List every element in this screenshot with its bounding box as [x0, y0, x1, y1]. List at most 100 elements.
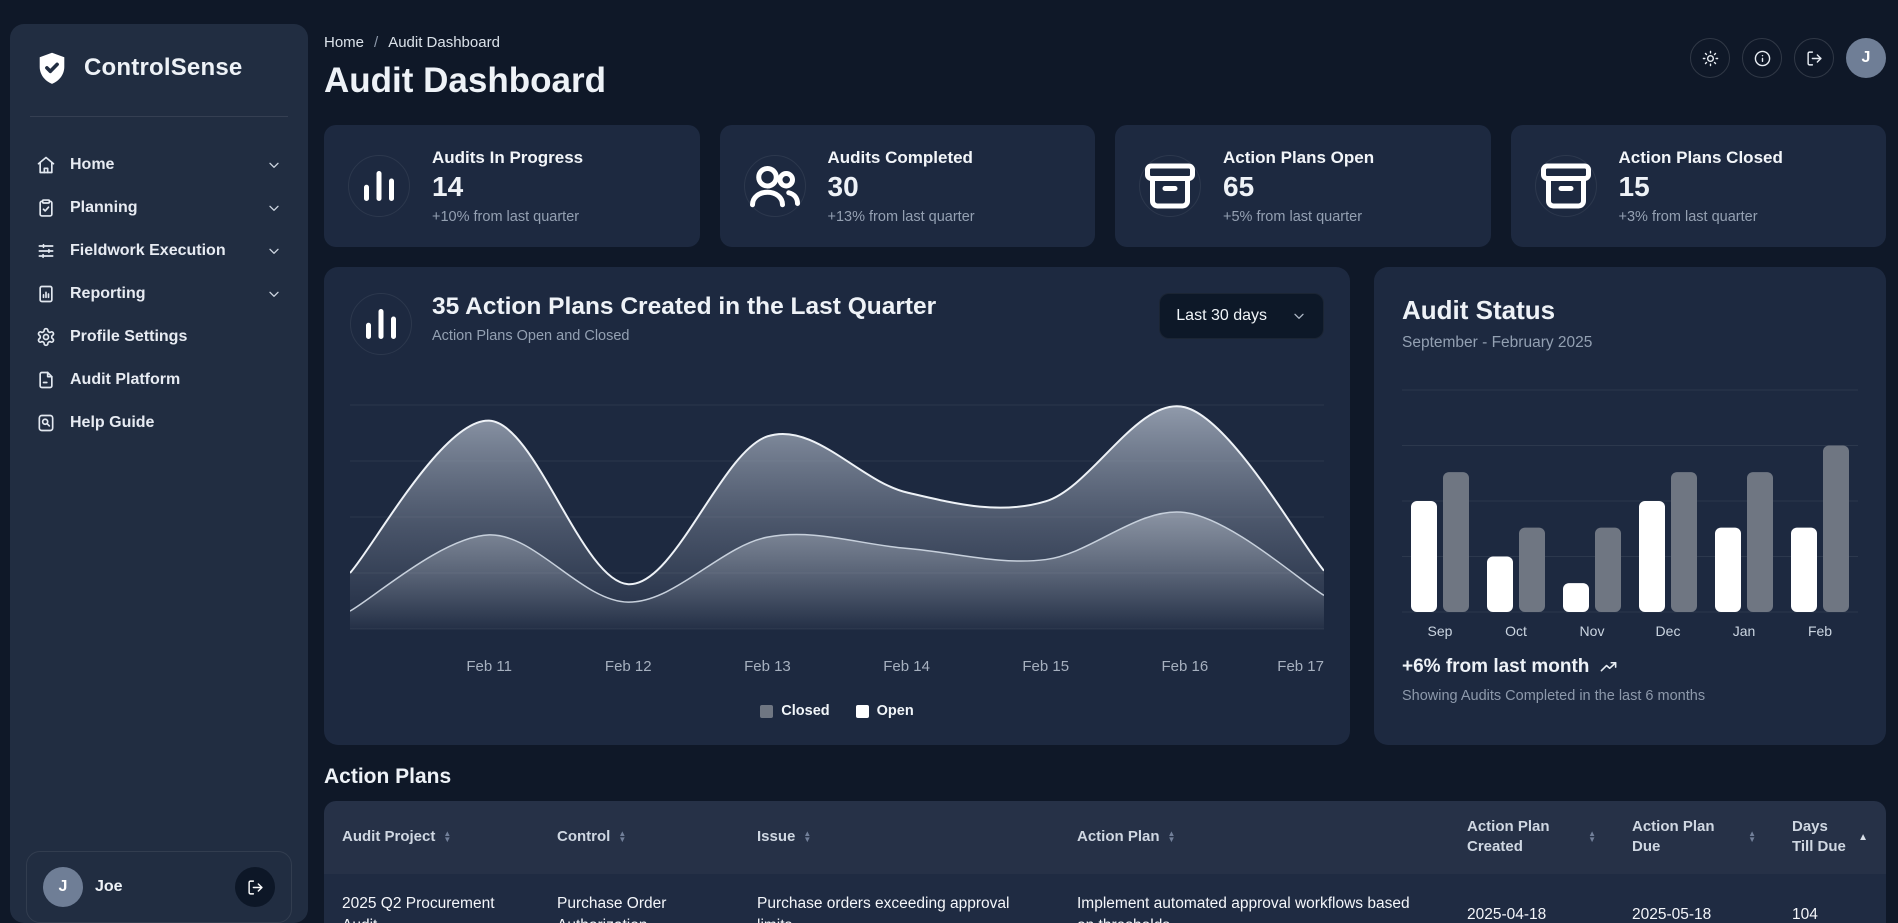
x-axis-tick: Feb 16	[1162, 658, 1209, 675]
app-title: ControlSense	[84, 54, 242, 82]
header-action-buttons	[1690, 38, 1834, 78]
legend-item-open: Open	[856, 703, 914, 719]
column-header-action-plan-due[interactable]: Action Plan Due▲▼	[1614, 801, 1774, 874]
stat-card-action-plans-closed: Action Plans Closed 15 +3% from last quart…	[1511, 125, 1887, 247]
column-label: Action Plan	[1077, 827, 1160, 847]
chart-titles: 35 Action Plans Created in the Last Quar…	[432, 293, 1159, 344]
chart-title: 35 Action Plans Created in the Last Quar…	[432, 293, 1159, 321]
avatar: J	[43, 867, 83, 907]
breadcrumb-current: Audit Dashboard	[388, 34, 500, 51]
action-plans-table: Audit Project▲▼Control▲▼Issue▲▼Action Pl…	[324, 801, 1886, 923]
bar-gray	[1519, 528, 1545, 612]
column-label: Audit Project	[342, 827, 435, 847]
column-header-control[interactable]: Control▲▼	[539, 801, 739, 874]
action-plans-section-title: Action Plans	[324, 765, 1886, 789]
chevron-down-icon	[1291, 308, 1307, 324]
sort-icon: ▲▼	[803, 831, 811, 843]
sidebar-item-label: Audit Platform	[70, 371, 180, 389]
sidebar-item-help-guide[interactable]: Help Guide	[24, 405, 294, 441]
bar-gray	[1595, 528, 1621, 612]
bar-white	[1715, 528, 1741, 612]
stat-label: Audits Completed	[828, 148, 975, 168]
audit-status-subtitle: September - February 2025	[1402, 334, 1858, 352]
log-out-button[interactable]	[1794, 38, 1834, 78]
gear-icon	[36, 327, 56, 347]
stat-body: Action Plans Closed 15 +3% from last quart…	[1619, 148, 1783, 225]
month-label: Dec	[1656, 623, 1681, 639]
legend-swatch	[760, 705, 773, 718]
help-search-icon	[36, 413, 56, 433]
chart-header: 35 Action Plans Created in the Last Quar…	[350, 293, 1324, 355]
stat-value: 15	[1619, 171, 1783, 203]
sidebar-item-home[interactable]: Home	[24, 147, 294, 183]
log-out-icon	[247, 879, 264, 896]
x-axis-tick: Feb 15	[1022, 658, 1069, 675]
bar-gray	[1747, 472, 1773, 612]
shield-check-icon	[34, 50, 70, 86]
stat-body: Audits Completed30+13% from last quarter	[828, 148, 975, 225]
chevron-down-icon	[266, 243, 282, 259]
user-name: Joe	[95, 878, 123, 896]
legend-item-closed: Closed	[760, 703, 829, 719]
stats-row: Audits In Progress14+10% from last quart…	[324, 125, 1886, 247]
sidebar-item-audit-platform[interactable]: Audit Platform	[24, 362, 294, 398]
legend-label: Closed	[781, 703, 829, 719]
bar-chart-icon	[348, 155, 410, 217]
breadcrumb: Home / Audit Dashboard	[324, 34, 606, 51]
sun-button[interactable]	[1690, 38, 1730, 78]
sidebar-item-reporting[interactable]: Reporting	[24, 276, 294, 312]
x-axis-tick: Feb 12	[605, 658, 652, 675]
header-avatar-button[interactable]: J	[1846, 38, 1886, 78]
breadcrumb-home[interactable]: Home	[324, 34, 364, 51]
column-label: Days Till Due	[1792, 817, 1850, 858]
stat-label: Audits In Progress	[432, 148, 583, 168]
sliders-icon	[36, 241, 56, 261]
column-label: Action Plan Created	[1467, 817, 1580, 858]
stat-value: 14	[432, 171, 583, 203]
sidebar-item-label: Planning	[70, 199, 138, 217]
date-range-select[interactable]: Last 30 days	[1159, 293, 1324, 339]
bar-chart-svg: SepOctNovDecJanFeb	[1402, 372, 1858, 644]
column-header-issue[interactable]: Issue▲▼	[739, 801, 1059, 874]
logout-button[interactable]	[235, 867, 275, 907]
column-header-audit-project[interactable]: Audit Project▲▼	[324, 801, 539, 874]
main-content: Home / Audit Dashboard Audit Dashboard J…	[324, 24, 1886, 923]
column-header-action-plan[interactable]: Action Plan ▲▼	[1059, 801, 1449, 874]
x-axis-tick: Feb 17	[1277, 658, 1324, 675]
clipboard-check-icon	[36, 198, 56, 218]
home-icon	[36, 155, 56, 175]
sidebar-item-profile-settings[interactable]: Profile Settings	[24, 319, 294, 355]
table-cell: 2025 Q2 Procurement Audit	[324, 874, 539, 923]
legend-swatch	[856, 705, 869, 718]
x-axis-tick: Feb 13	[744, 658, 791, 675]
sort-icon: ▲▼	[1168, 831, 1176, 843]
stat-card-audits-in-progress: Audits In Progress14+10% from last quart…	[324, 125, 700, 247]
archive-icon	[1535, 155, 1597, 217]
stat-delta: +3% from last quarter	[1619, 209, 1783, 225]
column-header-days-till-due[interactable]: Days Till Due▲	[1774, 801, 1886, 874]
stat-card-audits-completed: Audits Completed30+13% from last quarter	[720, 125, 1096, 247]
sidebar-nav: Home Planning Fieldwork Execution Reporting…	[10, 141, 308, 447]
log-out-icon	[1806, 50, 1823, 67]
bar-chart-icon	[350, 293, 412, 355]
bar-white	[1411, 501, 1437, 612]
table-cell: 2025-05-18	[1614, 874, 1774, 923]
stat-label: Action Plans Closed	[1619, 148, 1783, 168]
month-label: Jan	[1733, 623, 1756, 639]
bar-white	[1639, 501, 1665, 612]
page-header-titles: Home / Audit Dashboard Audit Dashboard	[324, 34, 606, 101]
table-cell: Implement automated approval workflows b…	[1059, 874, 1449, 923]
column-header-action-plan-created[interactable]: Action Plan Created▲▼	[1449, 801, 1614, 874]
stat-label: Action Plans Open	[1223, 148, 1374, 168]
x-axis-tick: Feb 14	[883, 658, 930, 675]
legend-label: Open	[877, 703, 914, 719]
info-button[interactable]	[1742, 38, 1782, 78]
bar-white	[1791, 528, 1817, 612]
table-row[interactable]: 2025 Q2 Procurement AuditPurchase Order …	[324, 874, 1886, 923]
chevron-down-icon	[266, 286, 282, 302]
sort-icon: ▲▼	[1748, 831, 1756, 843]
sidebar-item-fieldwork-execution[interactable]: Fieldwork Execution	[24, 233, 294, 269]
sidebar-item-planning[interactable]: Planning	[24, 190, 294, 226]
bar-gray	[1671, 472, 1697, 612]
month-label: Nov	[1580, 623, 1605, 639]
